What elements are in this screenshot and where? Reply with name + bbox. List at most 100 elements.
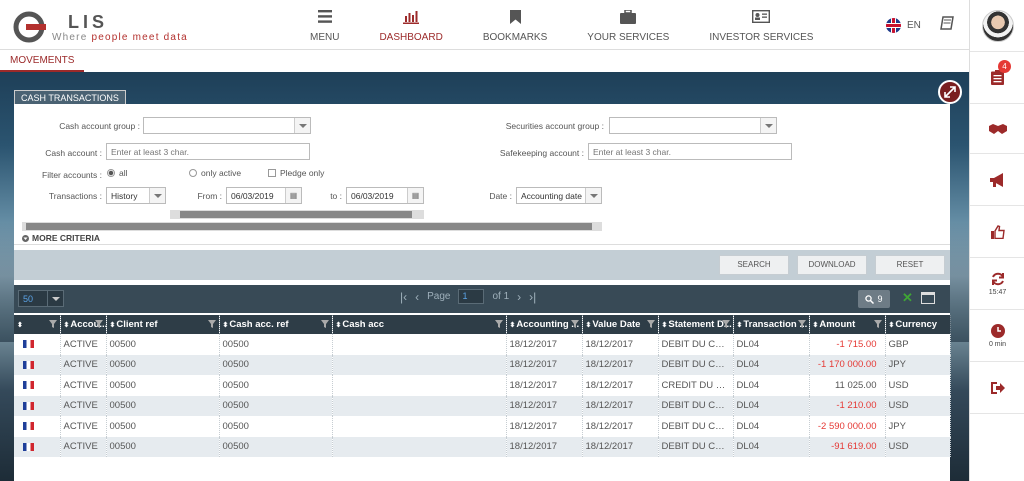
column-header-currency[interactable]: ⬍Currency [885, 315, 951, 334]
table-row[interactable]: ACTIVE 00500 00500 18/12/2017 18/12/2017… [14, 395, 951, 416]
search-results-button[interactable]: 9 [858, 290, 890, 308]
column-header-flag[interactable]: ⬍ [14, 315, 61, 334]
country-flag-cell [14, 395, 61, 416]
last-page-icon[interactable]: ›| [529, 290, 536, 304]
megaphone-icon [989, 172, 1003, 187]
cash-account-input[interactable] [106, 143, 310, 160]
nav-investor-services[interactable]: INVESTOR SERVICES [689, 0, 833, 50]
pledge-only-checkbox[interactable]: Pledge only [268, 168, 324, 178]
table-row[interactable]: ACTIVE 00500 00500 18/12/2017 18/12/2017… [14, 375, 951, 396]
logout-button[interactable] [970, 362, 1024, 414]
prev-page-icon[interactable]: ‹ [415, 290, 419, 304]
scrollbar-thumb[interactable] [180, 211, 412, 218]
filter-icon[interactable] [320, 320, 329, 328]
cash-account-group-select[interactable] [143, 117, 311, 134]
filter-all-label: all [119, 168, 128, 178]
column-header-transaction[interactable]: ⬍Transaction ... [733, 315, 810, 334]
securities-account-group-select[interactable] [609, 117, 777, 134]
filter-only-active-radio[interactable]: only active [189, 168, 241, 178]
table-row[interactable]: ACTIVE 00500 00500 18/12/2017 18/12/2017… [14, 354, 951, 375]
page-of-label: of 1 [492, 291, 510, 302]
france-flag-icon [23, 381, 34, 390]
horizontal-scrollbar-inner[interactable] [170, 210, 424, 219]
column-header-amount[interactable]: ⬍Amount [809, 315, 886, 334]
first-page-icon[interactable]: |‹ [400, 290, 407, 304]
calendar-icon[interactable]: ▦ [407, 188, 423, 203]
page-number-input[interactable]: 1 [458, 289, 485, 304]
next-page-icon[interactable]: › [517, 290, 521, 304]
chevron-down-icon [760, 118, 776, 133]
filter-icon[interactable] [646, 320, 655, 328]
filter-all-radio[interactable]: all [107, 168, 128, 178]
filter-icon[interactable] [873, 320, 882, 328]
bar-chart-icon [403, 8, 420, 26]
download-button[interactable]: DOWNLOAD [797, 255, 867, 275]
table-row[interactable]: ACTIVE 00500 00500 18/12/2017 18/12/2017… [14, 436, 951, 457]
cash-acc-ref-cell: 00500 [219, 334, 333, 355]
filter-icon[interactable] [94, 320, 103, 328]
column-header-accounting-date[interactable]: ⬍Accounting ... [506, 315, 583, 334]
expand-button[interactable] [938, 80, 962, 104]
reset-button[interactable]: RESET [875, 255, 945, 275]
refresh-button[interactable]: 15:47 [970, 258, 1024, 310]
column-header-value-date[interactable]: ⬍Value Date [582, 315, 659, 334]
filter-icon[interactable] [721, 320, 730, 328]
avatar [981, 9, 1014, 42]
excel-export-icon[interactable]: ✕ [902, 291, 916, 305]
handshake-button[interactable] [970, 104, 1024, 154]
safekeeping-account-input[interactable] [588, 143, 792, 160]
cash-acc-ref-cell: 00500 [219, 416, 333, 437]
user-avatar-button[interactable] [970, 0, 1024, 52]
status-cell: ACTIVE [60, 416, 107, 437]
tab-cash-transactions[interactable]: CASH TRANSACTIONS [14, 90, 126, 105]
nav-menu[interactable]: MENU [290, 0, 359, 50]
expand-icon [944, 86, 956, 98]
like-button[interactable] [970, 206, 1024, 258]
book-icon[interactable] [940, 16, 954, 30]
column-header-cash-acc[interactable]: ⬍Cash acc [332, 315, 507, 334]
column-header-client-ref[interactable]: ⬍Client ref [106, 315, 220, 334]
language-selector[interactable]: EN [886, 18, 921, 33]
table-row[interactable]: ACTIVE 00500 00500 18/12/2017 18/12/2017… [14, 416, 951, 437]
from-date-input[interactable]: 06/03/2019 ▦ [226, 187, 302, 204]
filter-icon[interactable] [207, 320, 216, 328]
nav-dashboard[interactable]: DASHBOARD [359, 0, 462, 50]
filter-icon[interactable] [494, 320, 503, 328]
tab-movements[interactable]: MOVEMENTS [0, 50, 85, 72]
logout-icon [990, 381, 1005, 394]
notifications-button[interactable]: 4 [970, 52, 1024, 104]
country-flag-cell [14, 334, 61, 355]
date-type-select[interactable]: Accounting date [516, 187, 602, 204]
page-size-select[interactable]: 50 [18, 290, 64, 307]
sub-tab-strip: MOVEMENTS [0, 50, 969, 72]
to-date-input[interactable]: 06/03/2019 ▦ [346, 187, 424, 204]
scrollbar-thumb[interactable] [26, 223, 592, 230]
filter-icon[interactable] [570, 320, 579, 328]
horizontal-scrollbar-outer[interactable] [22, 222, 602, 231]
chevron-down-icon [149, 188, 165, 203]
logo[interactable]: LIS Where people meet data [12, 8, 212, 44]
france-flag-icon [23, 401, 34, 410]
more-criteria-toggle[interactable]: MORE CRITERIA [22, 233, 100, 243]
client-ref-cell: 00500 [106, 416, 220, 437]
column-header-account-status[interactable]: ⬍Accou... [60, 315, 107, 334]
filter-icon[interactable] [48, 320, 57, 328]
table-row[interactable]: ACTIVE 00500 00500 18/12/2017 18/12/2017… [14, 334, 951, 355]
nav-bookmarks[interactable]: BOOKMARKS [463, 0, 567, 50]
statement-cell: DEBIT DU CO... [658, 354, 734, 375]
transactions-value: History [111, 191, 138, 201]
calendar-icon[interactable]: ▦ [285, 188, 301, 203]
nav-your-services[interactable]: YOUR SERVICES [567, 0, 689, 50]
column-header-cash-acc-ref[interactable]: ⬍Cash acc. ref [219, 315, 333, 334]
announcements-button[interactable] [970, 154, 1024, 206]
column-header-statement[interactable]: ⬍Statement D... [658, 315, 734, 334]
nav-dashboard-label: DASHBOARD [379, 31, 443, 43]
client-ref-cell: 00500 [106, 334, 220, 355]
search-button[interactable]: SEARCH [719, 255, 789, 275]
main-nav: MENU DASHBOARD BOOKMARKS YOUR SERVICES I… [290, 0, 833, 50]
session-timer-button[interactable]: 0 min [970, 310, 1024, 362]
filter-icon[interactable] [797, 320, 806, 328]
transactions-select[interactable]: History [106, 187, 166, 204]
value-date-cell: 18/12/2017 [582, 395, 659, 416]
window-icon[interactable] [921, 292, 935, 304]
